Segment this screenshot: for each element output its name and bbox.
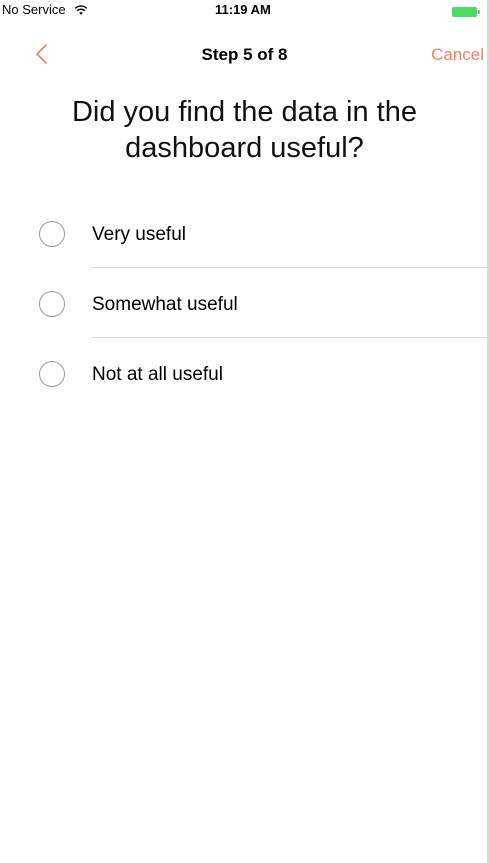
option-not-at-all-useful[interactable]: Not at all useful xyxy=(0,338,489,408)
battery-icon xyxy=(452,4,482,17)
question-text: Did you find the data in the dashboard u… xyxy=(71,96,417,164)
option-label: Not at all useful xyxy=(92,364,223,385)
options-list: Very useful Somewhat useful Not at all u… xyxy=(0,198,489,408)
navigation-bar: Step 5 of 8 Cancel xyxy=(0,34,489,78)
cancel-button[interactable]: Cancel xyxy=(431,45,484,65)
option-very-useful[interactable]: Very useful xyxy=(0,198,489,268)
status-time: 11:19 AM xyxy=(215,2,271,17)
wifi-icon xyxy=(74,3,88,15)
carrier-label: No Service xyxy=(2,2,66,17)
option-label: Very useful xyxy=(92,224,186,245)
status-bar: No Service 11:19 AM xyxy=(0,0,489,20)
radio-button[interactable] xyxy=(39,221,65,247)
radio-button[interactable] xyxy=(39,291,65,317)
radio-button[interactable] xyxy=(39,361,65,387)
step-title: Step 5 of 8 xyxy=(201,45,288,64)
option-label: Somewhat useful xyxy=(92,294,238,315)
option-somewhat-useful[interactable]: Somewhat useful xyxy=(0,268,489,338)
